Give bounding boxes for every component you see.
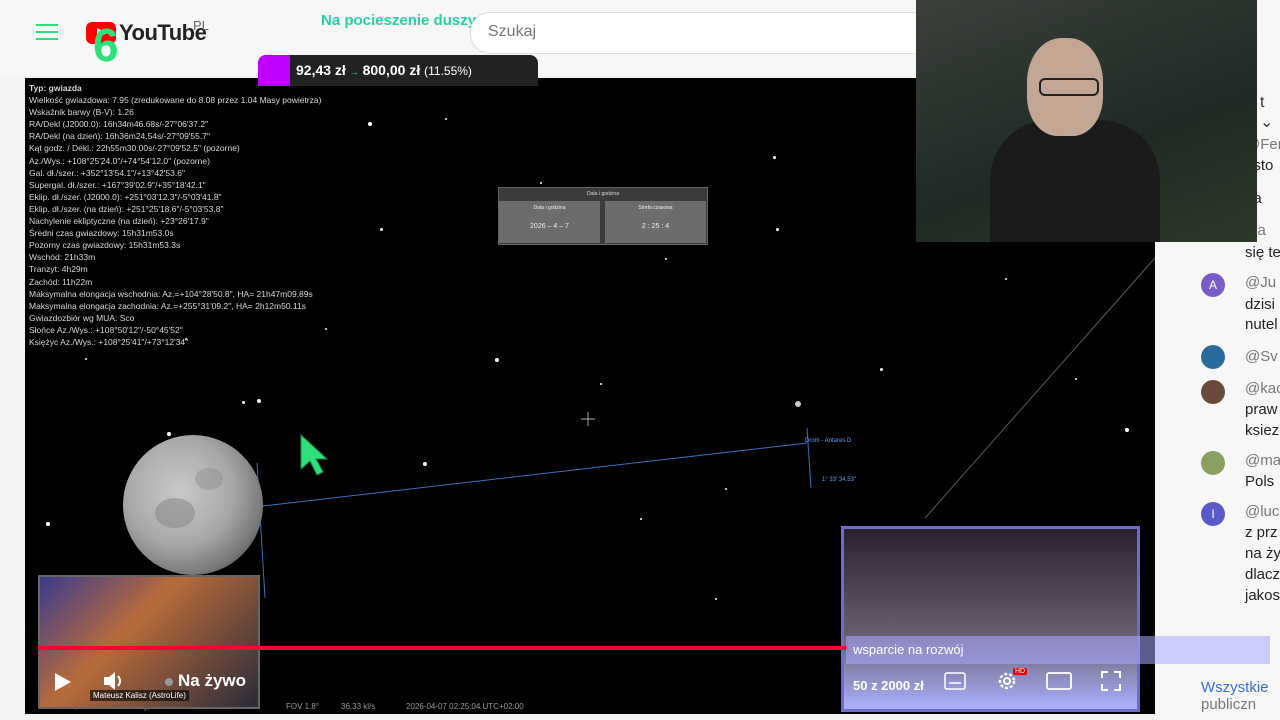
stream-banner-text: Na pocieszenie duszy: [321, 12, 477, 29]
chat-message-text: z prz: [1245, 524, 1278, 541]
datetime-dialog[interactable]: Data i godzina Data i godzina 2026 – 4 –…: [498, 187, 708, 245]
fullscreen-icon[interactable]: [1100, 670, 1122, 692]
date-value: 2026 – 4 – 7: [530, 223, 569, 230]
theater-mode-icon[interactable]: [1046, 672, 1072, 690]
chat-message-text: się te: [1245, 244, 1280, 261]
chat-message-text: dlacz: [1245, 566, 1280, 583]
chevron-down-icon[interactable]: ⌄: [1260, 114, 1273, 131]
hamburger-menu-icon[interactable]: [36, 24, 58, 42]
goal-text: wsparcie na rozwój: [853, 642, 964, 657]
donation-separator: →: [349, 67, 359, 77]
search-input[interactable]: [470, 12, 932, 54]
chat-message-text: jakos: [1245, 587, 1280, 604]
chat-message-text: na ży: [1245, 545, 1280, 562]
chat-avatar[interactable]: [1201, 345, 1225, 369]
play-icon[interactable]: [52, 672, 72, 692]
donation-current: 92,43 zł: [296, 62, 346, 78]
chat-author[interactable]: @ma: [1245, 452, 1280, 469]
hd-badge: HD: [1013, 668, 1028, 675]
chat-message-text: Pols: [1245, 473, 1275, 490]
chat-author[interactable]: @kac: [1245, 380, 1280, 397]
chat-message: @luc: [1245, 503, 1279, 520]
chat-footer-line: publiczn: [1201, 696, 1257, 713]
chat-footer-link[interactable]: Wszystkie publiczn: [1201, 679, 1269, 713]
streamer-body: [990, 120, 1160, 242]
chat-header-text: t: [1260, 94, 1265, 111]
donation-amounts: 92,43 zł → 800,00 zł (11.55%): [296, 62, 472, 78]
live-progress-bar[interactable]: [38, 646, 848, 650]
target-label: Drom - Antares D: [805, 438, 852, 444]
donation-target: 800,00 zł: [362, 62, 421, 78]
chat-avatar[interactable]: I: [1201, 502, 1225, 526]
channel-logo-overlay: 6: [93, 19, 119, 71]
search-placeholder: Szukaj: [488, 23, 537, 40]
donation-percent: (11.55%): [424, 64, 472, 78]
moon-mare: [195, 468, 223, 490]
chat-avatar[interactable]: [1201, 451, 1225, 475]
chat-header-fragment: t ⌄: [1260, 94, 1280, 132]
region-code: PL: [193, 18, 209, 33]
date-header: Data i godzina: [533, 205, 566, 211]
subtitles-icon[interactable]: [944, 672, 966, 690]
moon-mare: [155, 498, 195, 528]
chat-message: @Sv: [1245, 348, 1278, 365]
goal-count: 50 z 2000 zł: [853, 678, 924, 693]
chat-message: @Ju: [1245, 274, 1276, 291]
status-fps: 36.33 kl/s: [341, 702, 376, 711]
chat-avatar[interactable]: [1201, 380, 1225, 404]
moon[interactable]: [123, 435, 263, 575]
donation-progress-swatch: [258, 55, 290, 86]
angle-label: 1° 33' 34.53": [822, 477, 857, 483]
chat-message-text: dzisi: [1245, 296, 1276, 313]
live-label[interactable]: Na żywo: [178, 671, 246, 691]
time-field[interactable]: Strefa czasowa 2 : 25 : 4: [605, 201, 706, 243]
chat-message: @ma: [1245, 452, 1280, 469]
chat-author[interactable]: @luc: [1245, 503, 1279, 520]
time-header: Strefa czasowa: [638, 205, 673, 211]
glasses-icon: [1039, 78, 1099, 96]
time-value: 2 : 25 : 4: [641, 223, 670, 230]
chat-message-text: nutel: [1245, 316, 1278, 333]
dialog-title: Data i godzina: [587, 191, 619, 197]
chat-message: @kac: [1245, 380, 1280, 397]
chat-author[interactable]: @Sv: [1245, 348, 1278, 365]
date-field[interactable]: Data i godzina 2026 – 4 – 7: [499, 201, 600, 243]
live-indicator-icon: [165, 678, 173, 686]
chat-footer-line: Wszystkie: [1201, 679, 1269, 696]
cursor-arrow-icon: [300, 433, 329, 476]
chat-message-text: ksiez: [1245, 422, 1280, 439]
status-fov: FOV 1.8°: [286, 702, 319, 711]
chat-message-text: praw: [1245, 401, 1278, 418]
volume-icon[interactable]: [102, 670, 126, 692]
status-datetime: 2026-04-07 02:25:04 UTC+02:00: [406, 702, 524, 711]
crosshair-icon: [581, 412, 595, 426]
chat-author[interactable]: @Ju: [1245, 274, 1276, 291]
chat-avatar[interactable]: A: [1201, 273, 1225, 297]
